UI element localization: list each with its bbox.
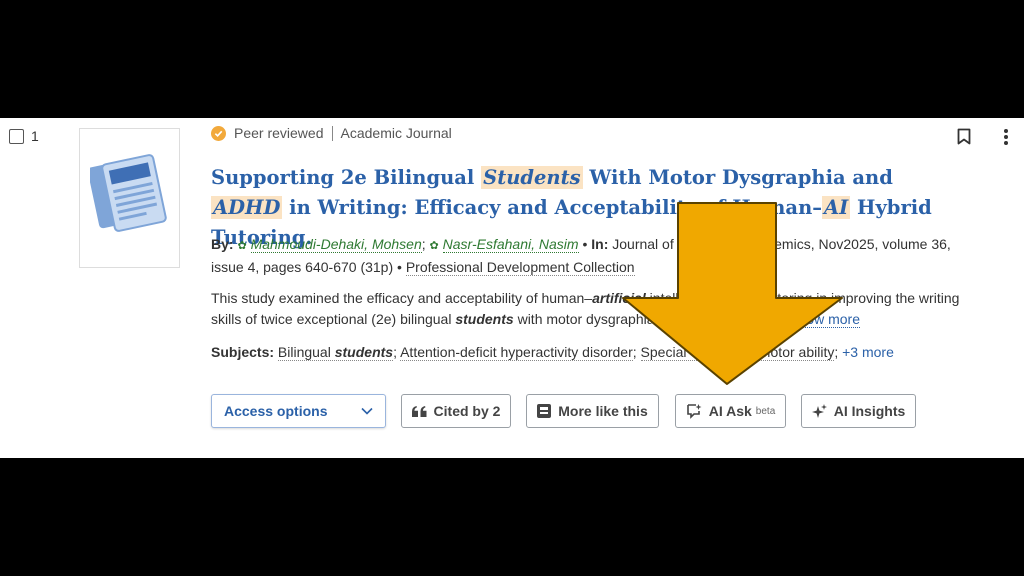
result-number: 1	[31, 128, 39, 144]
subject-link[interactable]: Bilingual students	[277, 344, 394, 361]
publication-type: Academic Journal	[340, 125, 452, 141]
author-link[interactable]: Nasr-Esfahani, Nasim	[442, 236, 579, 253]
cited-by-label: Cited by 2	[433, 403, 501, 419]
author-link[interactable]: Mahmoudi-Dehaki, Mohsen	[250, 236, 422, 253]
access-options-label: Access options	[224, 403, 328, 419]
cited-by-button[interactable]: Cited by 2	[401, 394, 511, 428]
bookmark-icon[interactable]	[957, 128, 971, 145]
document-thumbnail[interactable]	[79, 128, 180, 268]
result-meta: Peer reviewed Academic Journal	[211, 123, 452, 143]
author-icon: ✿	[237, 240, 247, 252]
document-thumbnail-icon	[90, 154, 167, 232]
more-vert-icon[interactable]	[1003, 128, 1009, 146]
abstract-match: students	[455, 311, 514, 327]
title-text: With Motor Dysgraphia and	[582, 166, 893, 189]
ai-ask-icon	[686, 404, 702, 419]
meta-divider	[331, 125, 333, 141]
arrow-down-annotation	[622, 202, 843, 385]
more-like-this-label: More like this	[558, 403, 648, 419]
ai-insights-label: AI Insights	[833, 403, 906, 419]
title-highlight: ADHD	[211, 196, 283, 219]
collection-link[interactable]: Professional Development Collection	[405, 259, 635, 276]
peer-reviewed-label: Peer reviewed	[234, 125, 324, 141]
quote-icon	[411, 405, 427, 417]
more-like-this-button[interactable]: More like this	[526, 394, 659, 428]
more-like-icon	[537, 404, 552, 418]
ai-ask-button[interactable]: AI Ask beta	[675, 394, 786, 428]
byline: By: ✿ Mahmoudi-Dehaki, Mohsen; ✿ Nasr-Es…	[211, 236, 951, 276]
title-text: Supporting 2e Bilingual	[211, 166, 482, 189]
subjects: Subjects: Bilingual students; Attention-…	[211, 344, 894, 361]
more-subjects-link[interactable]: +3 more	[842, 344, 894, 360]
subjects-label: Subjects:	[211, 344, 275, 360]
check-icon	[211, 125, 226, 141]
by-label: By:	[211, 236, 234, 252]
abstract: This study examined the efficacy and acc…	[211, 288, 981, 330]
author-icon: ✿	[429, 240, 439, 252]
access-options-button[interactable]: Access options	[211, 394, 386, 428]
beta-badge: beta	[755, 405, 776, 417]
chevron-down-icon	[361, 407, 373, 415]
subject-match: students	[334, 344, 394, 360]
in-label: In:	[591, 236, 609, 252]
subject-text: Bilingual	[277, 344, 335, 360]
ai-insights-button[interactable]: AI Insights	[801, 394, 916, 428]
title-highlight: Students	[481, 166, 583, 189]
sparkle-icon	[811, 403, 827, 418]
result-select-checkbox[interactable]	[9, 129, 24, 144]
subject-link[interactable]: Attention-deficit hyperactivity disorder	[400, 344, 633, 361]
abstract-text: This study examined the efficacy and acc…	[211, 290, 593, 306]
ai-ask-label: AI Ask	[708, 403, 752, 419]
